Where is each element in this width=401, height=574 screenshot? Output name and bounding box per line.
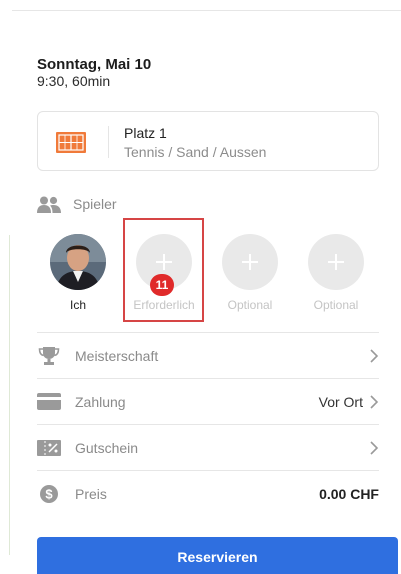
player-slot-optional-2[interactable]: Optional: [298, 234, 374, 312]
row-label: Preis: [75, 485, 107, 502]
players-heading: Spieler: [37, 194, 117, 214]
dollar-icon: $: [37, 484, 61, 504]
booking-date: Sonntag, Mai 10: [37, 56, 152, 73]
player-slot-label: Optional: [313, 298, 359, 312]
tennis-court-icon: [56, 132, 86, 153]
avatar: [50, 234, 106, 290]
add-player-icon: [308, 234, 364, 290]
payment-value: Vor Ort: [318, 393, 363, 410]
court-name: Platz 1: [124, 125, 167, 141]
reserve-button[interactable]: Reservieren: [37, 537, 398, 574]
court-description: Tennis / Sand / Aussen: [124, 144, 267, 160]
court-card[interactable]: Platz 1 Tennis / Sand / Aussen: [37, 111, 379, 171]
users-icon: [37, 196, 61, 213]
row-preis: $ Preis 0.00 CHF: [37, 470, 379, 516]
row-gutschein[interactable]: Gutschein: [37, 424, 379, 470]
court-divider: [108, 126, 109, 158]
booking-time: 9:30, 60min: [37, 73, 111, 89]
player-slot-label: Optional: [227, 298, 273, 312]
players-heading-label: Spieler: [73, 196, 117, 212]
player-slot-optional-1[interactable]: Optional: [212, 234, 288, 312]
row-meisterschaft[interactable]: Meisterschaft: [37, 332, 379, 378]
required-slot-highlight: [123, 218, 204, 322]
card-icon: [37, 392, 61, 412]
price-value: 0.00 CHF: [319, 485, 379, 502]
left-accent-line: [9, 235, 10, 555]
row-label: Zahlung: [75, 393, 126, 410]
notification-badge: 11: [150, 274, 174, 296]
voucher-icon: [37, 438, 61, 458]
chevron-right-icon: [370, 394, 379, 409]
row-label: Gutschein: [75, 439, 139, 456]
svg-text:$: $: [45, 486, 53, 501]
row-zahlung[interactable]: Zahlung Vor Ort: [37, 378, 379, 424]
player-slot-me[interactable]: Ich: [40, 234, 116, 312]
row-label: Meisterschaft: [75, 347, 159, 364]
player-slot-label: Ich: [69, 298, 86, 312]
top-divider: [12, 10, 401, 11]
add-player-icon: [222, 234, 278, 290]
chevron-right-icon: [370, 440, 379, 455]
chevron-right-icon: [370, 348, 379, 363]
trophy-icon: [37, 346, 61, 366]
